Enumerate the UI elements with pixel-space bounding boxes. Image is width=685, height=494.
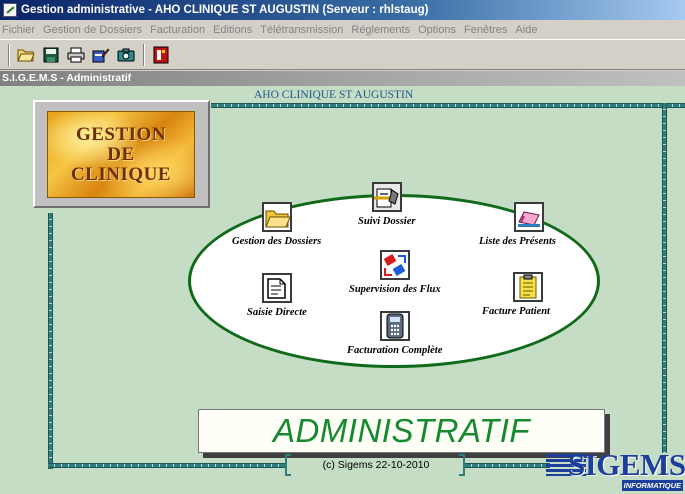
module-label: Gestion des Dossiers <box>232 236 322 247</box>
menu-fichier[interactable]: Fichier <box>0 24 39 36</box>
main-content: AHO CLINIQUE ST AUGUSTIN GESTION DE CLIN… <box>0 86 685 494</box>
toolbar-separator <box>8 43 10 66</box>
frame-bottom-left <box>48 463 285 468</box>
frame-top <box>211 103 685 108</box>
module-suivi-dossier[interactable]: Suivi Dossier <box>358 180 415 227</box>
direct-entry-icon <box>261 273 292 303</box>
menu-gestion-dossiers[interactable]: Gestion de Dossiers <box>39 24 146 36</box>
sigems-wordmark: SIGEMS <box>568 447 685 482</box>
open-folder-icon[interactable] <box>14 43 38 67</box>
administratif-banner: ADMINISTRATIF <box>198 409 605 453</box>
edit-document-icon[interactable] <box>89 43 113 67</box>
menu-reglements[interactable]: Réglements <box>347 24 414 36</box>
sigems-logo: SIGEMS INFORMATIQUE <box>546 448 685 494</box>
banner-text: ADMINISTRATIF <box>272 412 531 449</box>
print-icon[interactable] <box>64 43 88 67</box>
logo-line: DE <box>107 143 135 165</box>
module-liste-presents[interactable]: Liste des Présents <box>479 200 556 247</box>
application-window: Gestion administrative - AHO CLINIQUE ST… <box>0 0 685 494</box>
module-label: Liste des Présents <box>479 236 556 247</box>
toolbar-separator <box>143 43 145 66</box>
menu-fenetres[interactable]: Fenêtres <box>460 24 511 36</box>
child-window-title[interactable]: S.I.G.E.M.S - Administratif <box>0 71 685 86</box>
menu-aide[interactable]: Aide <box>511 24 541 36</box>
module-gestion-dossiers[interactable]: Gestion des Dossiers <box>232 200 321 247</box>
menu-facturation[interactable]: Facturation <box>146 24 209 36</box>
module-label: Suivi Dossier <box>358 216 416 227</box>
module-facturation-complete[interactable]: Facturation Complète <box>347 309 442 356</box>
module-label: Facture Patient <box>482 306 550 317</box>
frame-bottom-right <box>465 463 550 468</box>
calculator-icon <box>379 311 410 341</box>
module-facture-patient[interactable]: Facture Patient <box>482 270 550 317</box>
sigems-subtitle: INFORMATIQUE <box>621 480 683 491</box>
menu-teletransmission[interactable]: Télétransmission <box>256 24 347 36</box>
logo-line: GESTION <box>75 123 167 145</box>
tracking-icon <box>371 182 402 212</box>
module-supervision-flux[interactable]: Supervision des Flux <box>349 248 441 295</box>
gestion-clinique-logo: GESTION DE CLINIQUE <box>47 111 195 198</box>
module-label: Supervision des Flux <box>349 284 441 295</box>
bed-list-icon <box>513 202 544 232</box>
clipboard-icon <box>512 272 543 302</box>
app-icon <box>3 3 17 17</box>
save-icon[interactable] <box>39 43 63 67</box>
logo-line: CLINIQUE <box>70 163 172 185</box>
flux-arrows-icon <box>379 250 410 280</box>
menu-bar: Fichier Gestion de Dossiers Facturation … <box>0 20 685 39</box>
camera-icon[interactable] <box>114 43 138 67</box>
module-label: Facturation Complète <box>347 345 443 356</box>
module-label: Saisie Directe <box>247 307 307 318</box>
exit-door-icon[interactable] <box>149 43 173 67</box>
title-bar[interactable]: Gestion administrative - AHO CLINIQUE ST… <box>0 0 685 20</box>
copyright-text: (c) Sigems 22-10-2010 <box>322 459 430 471</box>
logo-panel: GESTION DE CLINIQUE <box>33 100 210 208</box>
module-saisie-directe[interactable]: Saisie Directe <box>247 271 307 318</box>
menu-editions[interactable]: Editions <box>209 24 256 36</box>
folder-icon <box>261 202 292 232</box>
frame-left <box>48 213 53 469</box>
window-title: Gestion administrative - AHO CLINIQUE ST… <box>21 4 429 16</box>
menu-options[interactable]: Options <box>414 24 460 36</box>
frame-right <box>662 103 667 453</box>
copyright-bracket-right <box>459 454 465 476</box>
clinic-name: AHO CLINIQUE ST AUGUSTIN <box>254 89 414 101</box>
toolbar <box>0 39 685 70</box>
